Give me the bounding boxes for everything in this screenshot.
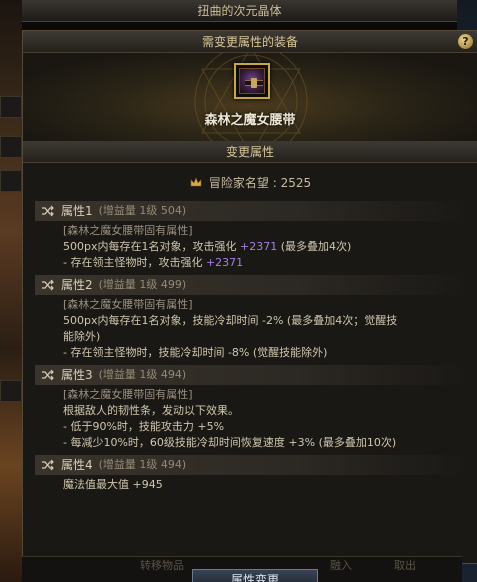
shuffle-icon (42, 459, 54, 471)
attribute-value: +2371 (205, 256, 244, 269)
attribute-text: - 存在领主怪物时，攻击强化 (63, 256, 206, 269)
background-left-decoration (0, 0, 22, 582)
equipment-item-name: 森林之魔女腰带 (204, 113, 296, 128)
equipment-section-header: 需变更属性的装备 ? (23, 31, 477, 53)
shuffle-icon (42, 369, 54, 381)
fame-row: 冒险家名望 : 2525 (23, 163, 477, 201)
fame-label: 冒险家名望 : 2525 (208, 175, 312, 190)
attribute-change-button[interactable]: 属性变更 (192, 569, 318, 582)
attribute-text: - 存在领主怪物时，技能冷却时间 -8% (觉醒技能除外) (63, 346, 328, 359)
attribute-change-panel: 需变更属性的装备 ? 森林之魔女腰带 变更属性 冒险家名望 : 2525 属性1… (22, 30, 477, 564)
attribute-level: (增益量 1级 494) (98, 368, 187, 381)
change-section-header: 变更属性 (23, 141, 477, 163)
attribute-text: - 低于90%时，技能攻击力 +5% (63, 420, 225, 433)
attribute-text: - 每减少10%时，60级技能冷却时间恢复速度 +3% (最多叠加10次) (63, 436, 397, 449)
attribute-line: 魔法值最大值 +945 (63, 477, 469, 493)
attribute-line: - 每减少10%时，60级技能冷却时间恢复速度 +3% (最多叠加10次) (63, 435, 469, 451)
side-tab (0, 136, 22, 158)
shuffle-icon (42, 205, 54, 217)
attribute-block: 属性1 (增益量 1级 504) [森林之魔女腰带固有属性] 500px内每存在1名对… (35, 201, 469, 271)
transfer-item-button[interactable]: 转移物品 (134, 559, 190, 573)
bottom-bar: 转移物品 融入 取出 属性变更 (22, 556, 462, 582)
attribute-note: [森林之魔女腰带固有属性] (63, 223, 469, 239)
attribute-line: 能除外) (63, 329, 469, 345)
attribute-line: 500px内每存在1名对象，技能冷却时间 -2% (最多叠加4次；觉醒技 (63, 313, 469, 329)
attribute-header: 属性3 (增益量 1级 494) (35, 365, 469, 385)
attribute-level: (增益量 1级 504) (98, 204, 187, 217)
shuffle-icon (42, 279, 54, 291)
attribute-title: 属性3 (61, 368, 93, 382)
attribute-text: 能除外) (63, 330, 101, 343)
equipment-display: 森林之魔女腰带 (23, 53, 477, 141)
take-out-button[interactable]: 取出 (388, 559, 422, 573)
attribute-line: 500px内每存在1名对象，攻击强化 +2371 (最多叠加4次) (63, 239, 469, 255)
attribute-title: 属性4 (61, 458, 93, 472)
attribute-body: [森林之魔女腰带固有属性] 根据敌人的韧性条，发动以下效果。 - 低于90%时，技能… (35, 385, 469, 451)
attribute-text: [森林之魔女腰带固有属性] (63, 224, 193, 237)
attribute-note: [森林之魔女腰带固有属性] (63, 297, 469, 313)
attribute-text: [森林之魔女腰带固有属性] (63, 298, 193, 311)
attribute-body: 魔法值最大值 +945 (35, 475, 469, 493)
side-tab (0, 96, 22, 118)
attribute-block: 属性4 (增益量 1级 494) 魔法值最大值 +945 (35, 455, 469, 493)
belt-icon (239, 68, 265, 94)
side-tab (0, 170, 22, 192)
attribute-line: - 存在领主怪物时，技能冷却时间 -8% (觉醒技能除外) (63, 345, 469, 361)
attribute-line: - 低于90%时，技能攻击力 +5% (63, 419, 469, 435)
attribute-block: 属性2 (增益量 1级 499) [森林之魔女腰带固有属性] 500px内每存在1名对… (35, 275, 469, 361)
attribute-body: [森林之魔女腰带固有属性] 500px内每存在1名对象，攻击强化 +2371 (最… (35, 221, 469, 271)
side-tab (0, 380, 22, 402)
attribute-text: 魔法值最大值 +945 (63, 478, 163, 491)
merge-button[interactable]: 融入 (324, 559, 358, 573)
attribute-header: 属性2 (增益量 1级 499) (35, 275, 469, 295)
attribute-line: 根据敌人的韧性条，发动以下效果。 (63, 403, 469, 419)
attribute-block: 属性3 (增益量 1级 494) [森林之魔女腰带固有属性] 根据敌人的韧性条，发动以… (35, 365, 469, 451)
change-section-title: 变更属性 (225, 145, 274, 159)
attribute-note: [森林之魔女腰带固有属性] (63, 387, 469, 403)
attribute-list: 属性1 (增益量 1级 504) [森林之魔女腰带固有属性] 500px内每存在1名对… (23, 201, 477, 493)
equipment-item-slot[interactable] (234, 63, 270, 99)
attribute-value: +2371 (239, 240, 278, 253)
attribute-header: 属性1 (增益量 1级 504) (35, 201, 469, 221)
attribute-body: [森林之魔女腰带固有属性] 500px内每存在1名对象，技能冷却时间 -2% (最… (35, 295, 469, 361)
equipment-section-title: 需变更属性的装备 (201, 35, 298, 49)
attribute-text: [森林之魔女腰带固有属性] (63, 388, 193, 401)
attribute-title: 属性1 (61, 204, 93, 218)
attribute-line: - 存在领主怪物时，攻击强化 +2371 (63, 255, 469, 271)
attribute-title: 属性2 (61, 278, 93, 292)
attribute-header: 属性4 (增益量 1级 494) (35, 455, 469, 475)
attribute-text: 根据敌人的韧性条，发动以下效果。 (63, 404, 239, 417)
window-title: 扭曲的次元晶体 (22, 0, 457, 22)
attribute-text: 500px内每存在1名对象，攻击强化 (63, 240, 240, 253)
attribute-level: (增益量 1级 499) (98, 278, 187, 291)
attribute-level: (增益量 1级 494) (98, 458, 187, 471)
attribute-text: 500px内每存在1名对象，技能冷却时间 -2% (最多叠加4次；觉醒技 (63, 314, 398, 327)
help-icon[interactable]: ? (458, 34, 473, 49)
crown-icon (190, 177, 202, 187)
attribute-suffix: (最多叠加4次) (277, 240, 352, 253)
